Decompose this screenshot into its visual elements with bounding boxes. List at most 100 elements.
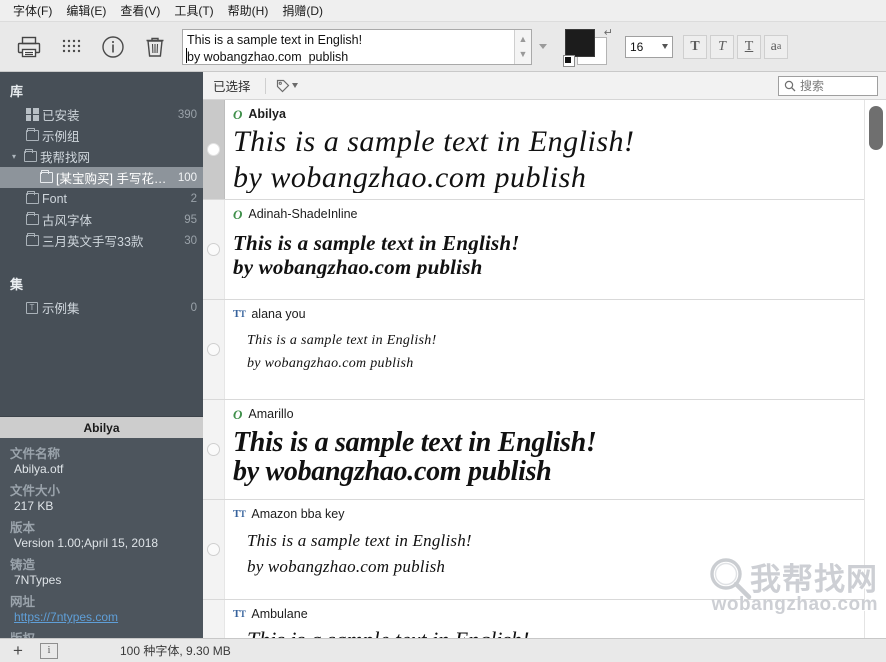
sidebar: 库 已安装 390 示例组 ▾ 我帮找网 (0, 72, 203, 638)
print-button[interactable] (8, 27, 50, 67)
delete-button[interactable] (134, 27, 176, 67)
font-size-select[interactable]: 16 (625, 36, 673, 58)
sidebar-item-sample-collection[interactable]: T 示例集 0 (0, 297, 203, 318)
folder-icon (36, 172, 56, 183)
table-row[interactable]: O Adinah-ShadeInline This is a sample te… (203, 200, 886, 300)
sidebar-collection-title: 集 (0, 269, 203, 297)
vertical-scrollbar[interactable] (864, 100, 886, 638)
sidebar-item-wobangzhao[interactable]: ▾ 我帮找网 (0, 146, 203, 167)
table-row[interactable]: TT alana you This is a sample text in En… (203, 300, 886, 400)
info-button[interactable] (92, 27, 134, 67)
font-name-line: TT alana you (233, 306, 876, 322)
menu-item-donate[interactable]: 捐赠(D) (275, 1, 330, 21)
sidebar-item-installed[interactable]: 已安装 390 (0, 104, 203, 125)
info-value-filesize: 217 KB (0, 499, 203, 516)
row-select-gutter[interactable] (203, 100, 225, 199)
sidebar-item-taobao-handwriting[interactable]: [某宝购买] 手写花体英… 100 (0, 167, 203, 188)
font-size-value: 16 (630, 40, 643, 54)
sidebar-item-label: [某宝购买] 手写花体英… (56, 168, 174, 187)
row-radio[interactable] (207, 543, 220, 556)
info-value-website[interactable]: https://7ntypes.com (0, 610, 203, 627)
menu-item-edit[interactable]: 编辑(E) (59, 1, 113, 21)
color-swatches[interactable]: ↵ (563, 26, 615, 68)
scroll-up-icon[interactable]: ▲ (519, 35, 528, 43)
row-radio[interactable] (207, 143, 220, 156)
font-name: Adinah-ShadeInline (248, 207, 357, 221)
italic-button[interactable]: T (710, 35, 734, 59)
table-row[interactable]: O Abilya This is a sample text in Englis… (203, 100, 886, 200)
sidebar-item-sample-group[interactable]: 示例组 (0, 125, 203, 146)
sidebar-item-label: 示例组 (42, 126, 193, 145)
info-key-version: 版本 (0, 516, 203, 536)
sidebar-item-count: 2 (187, 193, 197, 205)
default-colors-icon[interactable] (563, 55, 575, 67)
font-name-line: TT Amazon bba key (233, 506, 876, 522)
menu-item-tools[interactable]: 工具(T) (167, 1, 220, 21)
selected-label[interactable]: 已选择 (211, 76, 259, 95)
case-button[interactable]: aa (764, 35, 788, 59)
menu-item-view[interactable]: 查看(V) (113, 1, 167, 21)
set-icon: T (22, 302, 42, 314)
font-preview-line1: This is a sample text in English! (233, 428, 876, 457)
font-name-line: O Amarillo (233, 406, 876, 422)
info-key-filesize: 文件大小 (0, 479, 203, 499)
search-input[interactable]: 搜索 (778, 76, 878, 96)
main-panel: 已选择 搜索 (203, 72, 886, 638)
sidebar-item-count: 390 (174, 109, 197, 121)
font-name: Amazon bba key (251, 507, 344, 521)
swap-colors-icon[interactable]: ↵ (604, 26, 613, 39)
underline-button-label: T (745, 39, 754, 55)
sample-text-preset-dropdown[interactable] (535, 29, 551, 65)
table-row[interactable]: TT Amazon bba key This is a sample text … (203, 500, 886, 600)
font-preview-line1: This is a sample text in English! (233, 232, 876, 254)
row-radio[interactable] (207, 343, 220, 356)
chevron-down-icon (539, 44, 547, 49)
underline-button[interactable]: T (737, 35, 761, 59)
font-preview-line2: by wobangzhao.com publish (233, 256, 876, 278)
row-radio[interactable] (207, 243, 220, 256)
tag-filter-button[interactable] (272, 77, 302, 95)
row-select-gutter[interactable] (203, 300, 225, 399)
trash-icon (144, 35, 166, 59)
sample-text-input[interactable]: This is a sample text in English! by wob… (182, 29, 532, 65)
bold-button[interactable]: T (683, 35, 707, 59)
menu-item-font[interactable]: 字体(F) (6, 1, 59, 21)
text-scroll-spinner[interactable]: ▲ ▼ (514, 30, 531, 64)
info-toggle-button[interactable]: i (40, 643, 58, 659)
body-split: 库 已安装 390 示例组 ▾ 我帮找网 (0, 72, 886, 638)
scrollbar-thumb[interactable] (869, 106, 883, 150)
sidebar-item-label: 古风字体 (42, 210, 180, 229)
italic-button-label: T (718, 39, 726, 55)
font-list[interactable]: O Abilya This is a sample text in Englis… (203, 100, 886, 638)
font-preview-line2: by wobangzhao.com publish (233, 162, 876, 194)
row-select-gutter[interactable] (203, 400, 225, 499)
sidebar-item-march-english[interactable]: 三月英文手写33款 30 (0, 230, 203, 251)
sample-text-line2: by wobangzhao.com publish (187, 50, 348, 64)
foreground-color-swatch[interactable] (565, 29, 595, 57)
menu-item-help[interactable]: 帮助(H) (221, 1, 276, 21)
sidebar-item-font[interactable]: Font 2 (0, 188, 203, 209)
chevron-down-icon[interactable]: ▾ (8, 152, 20, 161)
sidebar-item-guofeng[interactable]: 古风字体 95 (0, 209, 203, 230)
menu-bar: 字体(F) 编辑(E) 查看(V) 工具(T) 帮助(H) 捐赠(D) (0, 0, 886, 22)
info-key-website: 网址 (0, 590, 203, 610)
sidebar-item-label: 三月英文手写33款 (42, 231, 180, 250)
chevron-down-icon (292, 83, 298, 88)
sample-text-content[interactable]: This is a sample text in English! by wob… (183, 30, 514, 64)
grid-view-button[interactable] (50, 27, 92, 67)
search-placeholder: 搜索 (800, 77, 824, 94)
text-caret (186, 48, 187, 63)
row-radio[interactable] (207, 443, 220, 456)
font-preview-line1: This is a sample text in English! (233, 532, 876, 550)
scroll-down-icon[interactable]: ▼ (519, 50, 528, 58)
row-content: O Adinah-ShadeInline This is a sample te… (225, 200, 886, 299)
add-button[interactable]: + (10, 642, 26, 659)
sidebar-item-count: 95 (180, 214, 197, 226)
row-select-gutter[interactable] (203, 600, 225, 638)
row-select-gutter[interactable] (203, 500, 225, 599)
font-list-inner: O Abilya This is a sample text in Englis… (203, 100, 886, 638)
table-row[interactable]: O Amarillo This is a sample text in Engl… (203, 400, 886, 500)
row-select-gutter[interactable] (203, 200, 225, 299)
table-row[interactable]: TT Ambulane This is a sample text in Eng… (203, 600, 886, 638)
chevron-down-icon (662, 44, 668, 49)
